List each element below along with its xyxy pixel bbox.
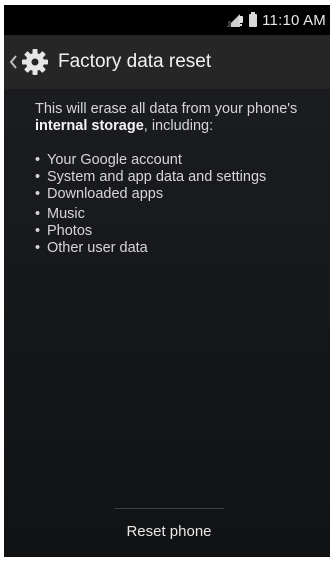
list-item: Your Google account [35,152,325,169]
page-title: Factory data reset [58,51,212,72]
intro-text: This will erase all data from your phone… [35,101,325,135]
back-chevron-icon[interactable] [8,54,18,70]
reset-description: This will erase all data from your phone… [35,101,325,257]
action-bar[interactable]: Factory data reset [4,35,330,89]
list-item: Downloaded apps [35,186,325,203]
status-icons: 11:10 AM [226,11,326,29]
erase-list: Your Google account System and app data … [35,152,325,257]
list-item: System and app data and settings [35,169,325,186]
phone-screen: 11:10 AM Factory data reset This will er… [4,5,330,557]
settings-gear-icon [22,49,48,75]
list-item: Other user data [35,240,325,257]
status-bar: 11:10 AM [4,5,330,35]
reset-phone-button[interactable]: Reset phone [92,511,246,551]
button-divider [114,508,224,509]
list-item: Photos [35,223,325,240]
battery-icon [249,11,258,27]
list-item: Music [35,206,325,223]
intro-prefix: This will erase all data from your phone… [35,101,298,117]
intro-bold: internal storage [35,118,144,134]
intro-suffix: , including: [143,118,214,134]
status-time: 11:10 AM [262,11,326,29]
no-sim-signal-icon [227,13,244,27]
